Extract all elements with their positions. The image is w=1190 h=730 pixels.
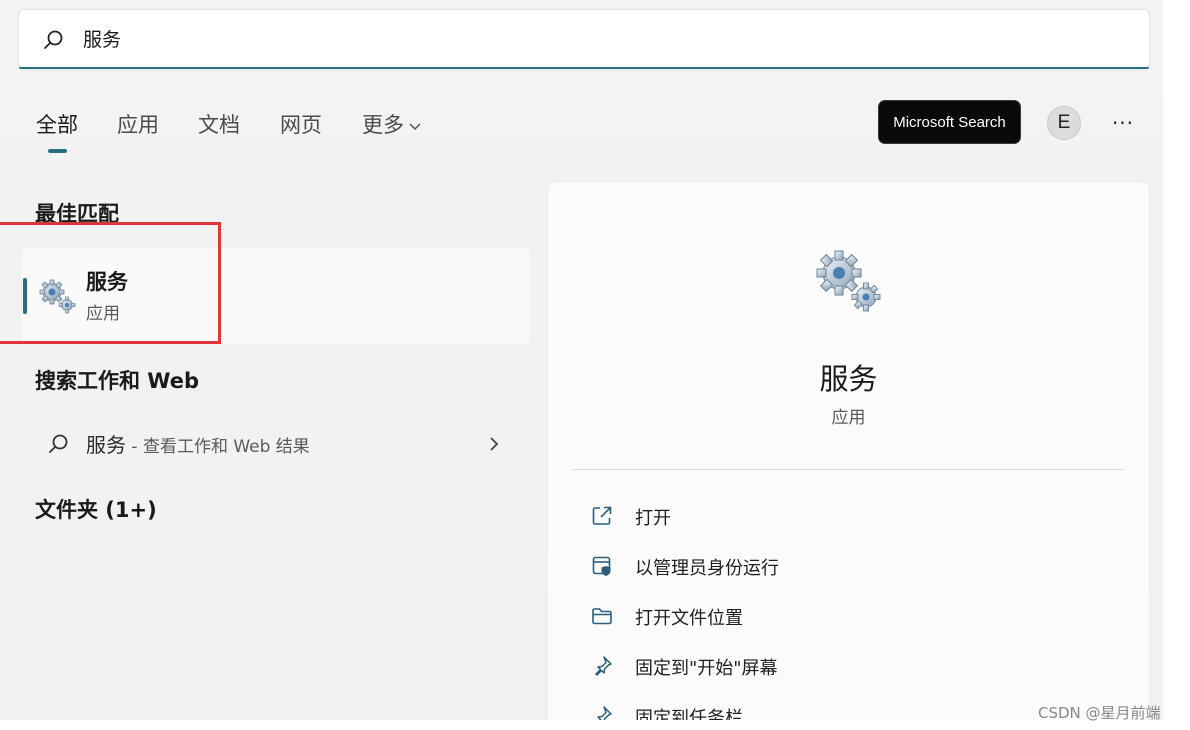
- best-match-heading: 最佳匹配: [35, 202, 119, 226]
- divider: [572, 469, 1125, 470]
- open-external-icon: [592, 506, 612, 525]
- action-label: 打开: [635, 508, 671, 529]
- services-gear-icon: [39, 279, 76, 314]
- action-label: 以管理员身份运行: [635, 558, 779, 579]
- search-input[interactable]: [83, 27, 326, 49]
- web-result-query: 服务: [86, 433, 126, 457]
- search-window: 全部 应用 文档 网页 更多 Microsoft Search E ··· 最佳…: [0, 0, 1163, 720]
- search-box[interactable]: [18, 9, 1150, 69]
- tab-more[interactable]: 更多: [362, 109, 422, 139]
- action-open-file-location[interactable]: 打开文件位置: [587, 600, 1107, 630]
- action-label: 固定到任务栏: [635, 708, 743, 720]
- detail-panel: 服务 应用 打开 以管理员身份运行 打开文件位置 固定到"开始"屏幕 固定到任务…: [547, 181, 1150, 720]
- pin-icon: [597, 706, 612, 720]
- detail-subtitle: 应用: [831, 408, 866, 428]
- action-label: 固定到"开始"屏幕: [635, 658, 778, 679]
- folder-icon: [592, 608, 612, 625]
- best-match-title: 服务: [86, 270, 128, 294]
- web-result-suffix: - 查看工作和 Web 结果: [126, 437, 310, 457]
- services-gear-icon: [816, 250, 881, 312]
- watermark: CSDN @星月前端: [1038, 704, 1161, 722]
- tab-all[interactable]: 全部: [36, 109, 78, 139]
- web-search-result[interactable]: 服务 - 查看工作和 Web 结果: [22, 418, 530, 470]
- selection-indicator: [23, 278, 27, 314]
- tab-web[interactable]: 网页: [280, 109, 322, 139]
- action-open[interactable]: 打开: [587, 500, 1107, 530]
- search-focus-underline: [19, 67, 1149, 69]
- microsoft-search-button[interactable]: Microsoft Search: [878, 100, 1021, 144]
- search-web-heading: 搜索工作和 Web: [35, 369, 200, 393]
- tab-documents[interactable]: 文档: [198, 109, 240, 139]
- web-result-text: 服务 - 查看工作和 Web 结果: [86, 429, 310, 458]
- active-tab-indicator: [48, 149, 67, 153]
- action-pin-to-start[interactable]: 固定到"开始"屏幕: [587, 650, 1107, 680]
- action-pin-to-taskbar[interactable]: 固定到任务栏: [587, 700, 1107, 720]
- shield-window-icon: [592, 556, 611, 576]
- more-options-button[interactable]: ···: [1106, 108, 1140, 138]
- chevron-down-icon: [409, 123, 421, 131]
- tab-more-label: 更多: [362, 113, 404, 137]
- action-run-as-admin[interactable]: 以管理员身份运行: [587, 550, 1107, 580]
- detail-title: 服务: [819, 362, 878, 396]
- folders-heading[interactable]: 文件夹 (1+): [35, 494, 157, 524]
- avatar[interactable]: E: [1047, 106, 1081, 140]
- search-icon: [44, 30, 63, 49]
- pin-icon: [595, 656, 612, 676]
- best-match-subtitle: 应用: [86, 304, 120, 324]
- best-match-result[interactable]: 服务 应用: [22, 248, 530, 344]
- action-label: 打开文件位置: [635, 608, 743, 629]
- tab-apps[interactable]: 应用: [117, 109, 159, 139]
- chevron-right-icon: [490, 437, 499, 451]
- search-icon: [49, 434, 68, 453]
